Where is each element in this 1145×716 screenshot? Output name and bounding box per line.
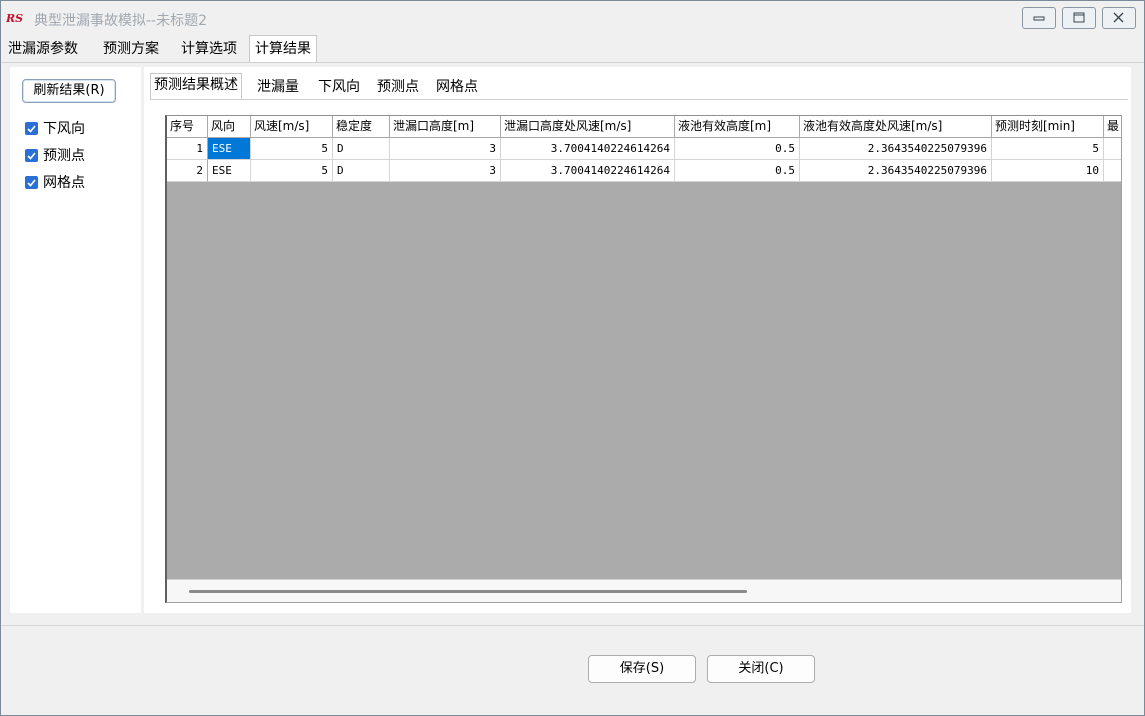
column-header[interactable]: 泄漏口高度[m] xyxy=(390,116,501,138)
maximize-icon xyxy=(1073,12,1085,23)
table-cell[interactable]: 5 xyxy=(992,138,1104,160)
close-button[interactable]: 关闭(C) xyxy=(707,655,815,683)
table-cell[interactable]: 0.5 xyxy=(675,160,800,182)
column-header[interactable]: 稳定度 xyxy=(333,116,390,138)
column-header[interactable]: 风向 xyxy=(208,116,251,138)
svg-text:RS: RS xyxy=(6,12,23,24)
row-number[interactable]: 1 xyxy=(167,138,208,160)
column-header[interactable]: 液池有效高度[m] xyxy=(675,116,800,138)
checkbox-checked-icon xyxy=(25,176,38,189)
table-cell[interactable]: ESE xyxy=(208,160,251,182)
table-cell[interactable]: 10 xyxy=(992,160,1104,182)
table-cell[interactable]: 3 xyxy=(390,138,501,160)
results-panel: 预测结果概述 泄漏量 下风向 预测点 网格点 序号 风向 风速[m/s] 稳定度… xyxy=(144,67,1131,613)
table-cell[interactable]: D xyxy=(333,160,390,182)
app-window: RS 典型泄漏事故模拟--未标题2 泄漏源参数 预测方案 计算选项 计算结果 刷… xyxy=(0,0,1145,716)
column-header[interactable]: 最 xyxy=(1104,116,1121,138)
subtab-downwind[interactable]: 下风向 xyxy=(315,76,363,98)
checkbox-label: 网格点 xyxy=(43,175,85,191)
tab-calc-results[interactable]: 计算结果 xyxy=(249,35,317,63)
minimize-icon xyxy=(1033,16,1045,21)
subtab-leak-amount[interactable]: 泄漏量 xyxy=(254,76,302,98)
column-header[interactable]: 预测时刻[min] xyxy=(992,116,1104,138)
column-header[interactable]: 液池有效高度处风速[m/s] xyxy=(800,116,992,138)
table-cell[interactable] xyxy=(1104,160,1121,182)
minimize-button[interactable] xyxy=(1022,7,1056,29)
table-cell[interactable]: 2.3643540225079396 xyxy=(800,138,992,160)
save-button[interactable]: 保存(S) xyxy=(588,655,696,683)
app-logo-icon: RS xyxy=(6,12,23,24)
checkbox-downwind[interactable]: 下风向 xyxy=(25,119,85,139)
tab-strip-divider xyxy=(1,62,1144,63)
table-cell-selected[interactable]: ESE xyxy=(208,138,251,160)
column-header[interactable]: 风速[m/s] xyxy=(251,116,333,138)
table-cell[interactable]: 5 xyxy=(251,160,333,182)
subtab-overview[interactable]: 预测结果概述 xyxy=(150,73,242,100)
main-tab-strip: 泄漏源参数 预测方案 计算选项 计算结果 xyxy=(1,35,1144,63)
checkbox-checked-icon xyxy=(25,149,38,162)
subtab-prediction-points[interactable]: 预测点 xyxy=(374,76,422,98)
tab-leak-source-params[interactable]: 泄漏源参数 xyxy=(3,36,83,62)
checkbox-label: 预测点 xyxy=(43,148,85,164)
table-cell[interactable]: 3.7004140224614264 xyxy=(501,160,675,182)
close-window-button[interactable] xyxy=(1102,7,1136,29)
table-cell[interactable]: 3.7004140224614264 xyxy=(501,138,675,160)
table-cell[interactable]: D xyxy=(333,138,390,160)
tab-calc-options[interactable]: 计算选项 xyxy=(176,36,242,62)
table-cell[interactable]: 5 xyxy=(251,138,333,160)
table-cell[interactable]: 0.5 xyxy=(675,138,800,160)
table-cell[interactable] xyxy=(1104,138,1121,160)
column-header[interactable]: 序号 xyxy=(167,116,208,138)
refresh-results-button[interactable]: 刷新结果(R) xyxy=(22,79,116,103)
sub-tab-divider xyxy=(150,99,1128,100)
checkbox-checked-icon xyxy=(25,122,38,135)
tab-prediction-plan[interactable]: 预测方案 xyxy=(98,36,164,62)
maximize-button[interactable] xyxy=(1062,7,1096,29)
subtab-grid-points[interactable]: 网格点 xyxy=(433,76,481,98)
row-number[interactable]: 2 xyxy=(167,160,208,182)
left-options-panel: 刷新结果(R) 下风向 预测点 网格点 xyxy=(10,67,141,613)
checkbox-grid-points[interactable]: 网格点 xyxy=(25,173,85,193)
table-cell[interactable]: 2.3643540225079396 xyxy=(800,160,992,182)
table-cell[interactable]: 3 xyxy=(390,160,501,182)
window-controls xyxy=(1022,7,1136,31)
column-header[interactable]: 泄漏口高度处风速[m/s] xyxy=(501,116,675,138)
horizontal-scrollbar[interactable] xyxy=(167,579,1121,602)
window-title: 典型泄漏事故模拟--未标题2 xyxy=(34,13,208,29)
close-icon xyxy=(1113,12,1124,23)
checkbox-prediction-points[interactable]: 预测点 xyxy=(25,146,85,166)
footer-divider xyxy=(1,625,1144,626)
checkbox-label: 下风向 xyxy=(43,121,85,137)
results-grid[interactable]: 序号 风向 风速[m/s] 稳定度 泄漏口高度[m] 泄漏口高度处风速[m/s]… xyxy=(165,115,1122,603)
scrollbar-thumb[interactable] xyxy=(189,590,747,593)
title-bar[interactable]: RS 典型泄漏事故模拟--未标题2 xyxy=(1,1,1144,35)
